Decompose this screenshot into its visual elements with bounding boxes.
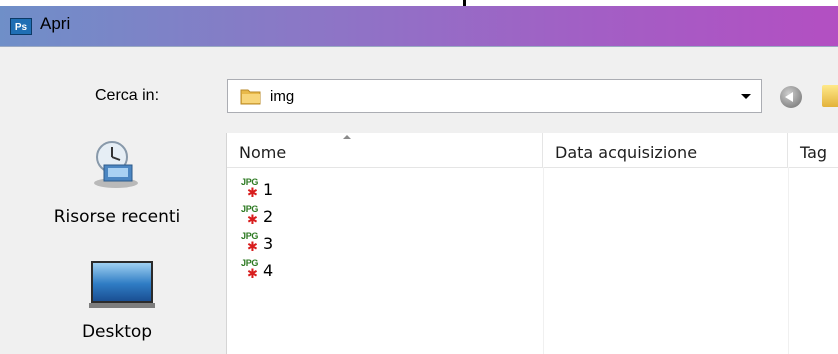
column-divider	[543, 167, 544, 354]
jpg-file-icon: JPG ✱	[241, 258, 261, 282]
file-row[interactable]: JPG ✱ 4	[241, 258, 421, 284]
column-header-tag[interactable]: Tag	[788, 133, 838, 167]
folder-up-icon[interactable]	[822, 85, 838, 107]
folder-icon	[240, 89, 261, 105]
open-dialog: Cerca in: img Risorse recenti Desktop No…	[0, 46, 838, 354]
chevron-down-icon[interactable]	[741, 94, 751, 99]
file-row[interactable]: JPG ✱ 2	[241, 204, 421, 230]
sort-ascending-icon	[343, 135, 351, 139]
places-bar: Risorse recenti Desktop	[22, 135, 212, 354]
column-label-tag: Tag	[800, 143, 828, 162]
window-title: Apri	[40, 14, 71, 33]
desktop-icon	[89, 261, 155, 308]
place-label-desktop: Desktop	[81, 322, 153, 342]
file-name: 4	[263, 261, 274, 280]
jpg-file-icon: JPG ✱	[241, 204, 261, 228]
file-name: 3	[263, 234, 274, 253]
jpg-icon-mark: ✱	[247, 213, 258, 228]
look-in-combobox[interactable]: img	[227, 79, 762, 113]
file-name: 2	[263, 207, 274, 226]
photoshop-app-icon: Ps	[10, 18, 32, 35]
back-arrow-icon[interactable]	[780, 86, 802, 108]
file-row[interactable]: JPG ✱ 3	[241, 231, 421, 257]
title-bar[interactable]: Ps Apri	[0, 6, 838, 46]
column-label-name: Nome	[239, 143, 287, 162]
file-list-header: Nome Data acquisizione Tag	[227, 133, 838, 168]
jpg-file-icon: JPG ✱	[241, 177, 261, 201]
column-header-date[interactable]: Data acquisizione	[543, 133, 788, 167]
jpg-icon-mark: ✱	[247, 186, 258, 201]
jpg-icon-mark: ✱	[247, 240, 258, 255]
current-folder-name: img	[270, 88, 295, 105]
column-header-name[interactable]: Nome	[227, 133, 543, 167]
jpg-icon-mark: ✱	[247, 267, 258, 282]
file-row[interactable]: JPG ✱ 1	[241, 177, 421, 203]
column-label-date: Data acquisizione	[555, 143, 698, 162]
column-divider	[788, 167, 789, 354]
file-name: 1	[263, 180, 274, 199]
look-in-label: Cerca in:	[95, 87, 160, 104]
place-desktop[interactable]: Desktop	[22, 135, 212, 354]
jpg-file-icon: JPG ✱	[241, 231, 261, 255]
file-list[interactable]: Nome Data acquisizione Tag JPG ✱ 1 JPG ✱…	[226, 133, 838, 354]
